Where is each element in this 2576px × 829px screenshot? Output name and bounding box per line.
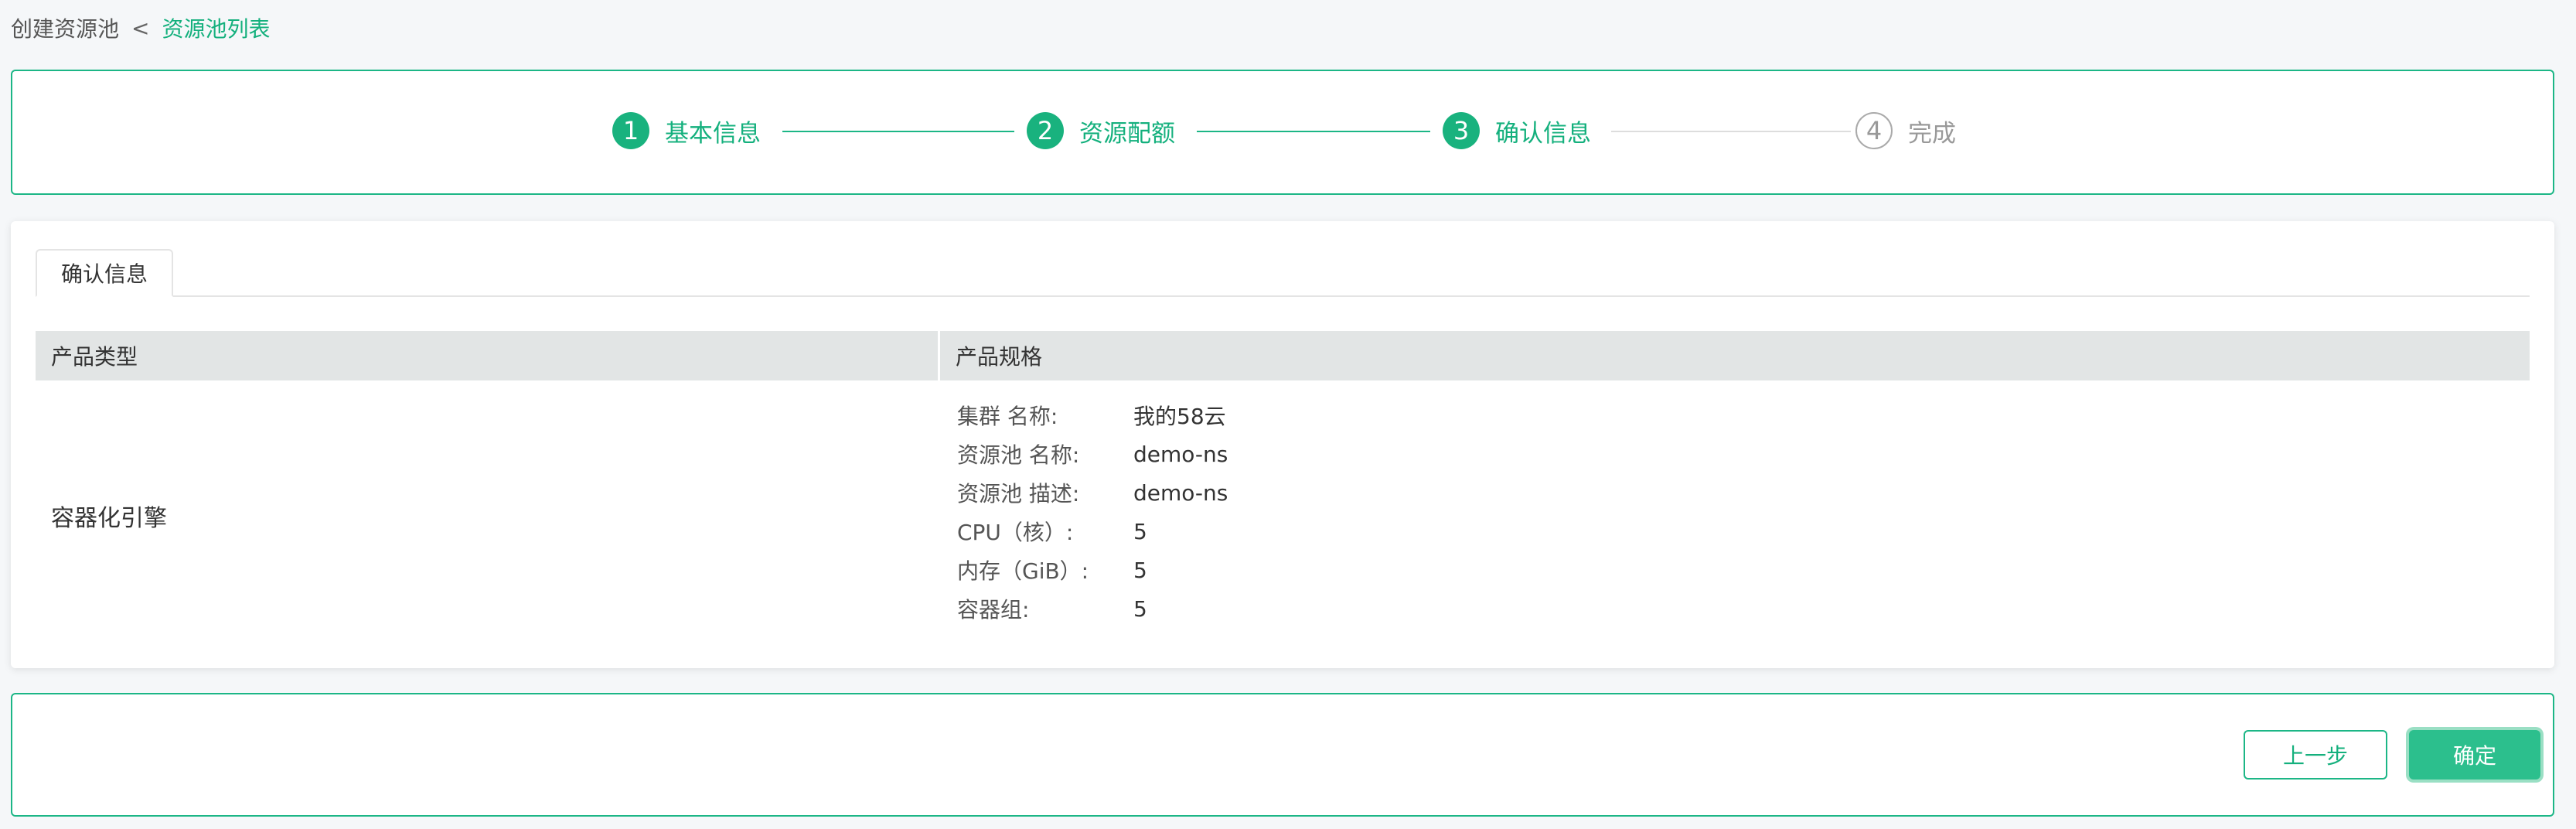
table-header: 产品类型 产品规格 — [36, 331, 2530, 380]
spec-value: demo-ns — [1133, 479, 1228, 506]
breadcrumb-separator: < — [131, 15, 150, 41]
previous-step-button[interactable]: 上一步 — [2244, 730, 2387, 780]
spec-row-pool-description: 资源池 描述: demo-ns — [957, 473, 2530, 512]
confirm-button[interactable]: 确定 — [2409, 730, 2540, 780]
spec-value: 5 — [1133, 595, 1147, 622]
confirm-table: 产品类型 产品规格 容器化引擎 集群 名称: 我的58云 资源池 名称: dem… — [36, 331, 2530, 651]
header-product-type: 产品类型 — [36, 331, 940, 380]
step-connector — [782, 131, 1014, 132]
spec-row-cluster-name: 集群 名称: 我的58云 — [957, 396, 2530, 435]
step-number-2: 2 — [1027, 112, 1064, 149]
step-number-1: 1 — [612, 112, 649, 149]
spec-label: 资源池 名称: — [957, 442, 1080, 468]
step-label: 确认信息 — [1495, 119, 1591, 148]
spec-row-cpu: CPU（核）: 5 — [957, 512, 2530, 551]
breadcrumb-current: 创建资源池 — [11, 16, 120, 42]
steps-panel: 1 基本信息 2 资源配额 3 确认信息 4 完成 — [11, 70, 2554, 195]
spec-row-memory: 内存（GiB）: 5 — [957, 551, 2530, 589]
spec-label: 资源池 描述: — [957, 481, 1080, 507]
step-connector — [1197, 131, 1430, 132]
table-row: 容器化引擎 集群 名称: 我的58云 资源池 名称: demo-ns 资源池 描… — [36, 380, 2530, 651]
spec-label: 集群 名称: — [957, 404, 1058, 429]
confirm-card: 确认信息 产品类型 产品规格 容器化引擎 集群 名称: 我的58云 资源池 名称… — [11, 221, 2554, 668]
step-confirm-info: 3 确认信息 — [1443, 111, 1591, 150]
spec-value: 5 — [1133, 518, 1147, 544]
breadcrumb: 创建资源池 < 资源池列表 — [11, 11, 271, 45]
spec-label: 内存（GiB）: — [957, 558, 1089, 584]
action-footer: 上一步 确定 — [11, 693, 2554, 817]
step-complete: 4 完成 — [1855, 111, 1956, 150]
step-label: 资源配额 — [1079, 119, 1175, 148]
spec-value: 5 — [1133, 557, 1147, 583]
tab-confirm-info[interactable]: 确认信息 — [36, 249, 173, 297]
step-label: 基本信息 — [665, 119, 761, 148]
spec-label: CPU（核）: — [957, 520, 1074, 545]
product-type-value: 容器化引擎 — [51, 505, 167, 532]
spec-label: 容器组: — [957, 597, 1030, 623]
breadcrumb-link-pool-list[interactable]: 资源池列表 — [162, 12, 270, 43]
step-number-3: 3 — [1443, 112, 1480, 149]
step-resource-quota: 2 资源配额 — [1027, 111, 1175, 150]
step-basic-info: 1 基本信息 — [612, 111, 761, 150]
spec-row-pod-group: 容器组: 5 — [957, 589, 2530, 628]
step-number-4: 4 — [1855, 112, 1893, 149]
step-label: 完成 — [1908, 119, 1956, 148]
header-product-spec: 产品规格 — [956, 344, 1043, 370]
spec-value: demo-ns — [1133, 441, 1228, 467]
step-connector — [1611, 131, 1851, 132]
spec-row-pool-name: 资源池 名称: demo-ns — [957, 435, 2530, 473]
spec-value: 我的58云 — [1133, 404, 1226, 429]
product-spec-list: 集群 名称: 我的58云 资源池 名称: demo-ns 资源池 描述: dem… — [940, 380, 2530, 651]
tab-bar: 确认信息 — [36, 249, 2530, 297]
